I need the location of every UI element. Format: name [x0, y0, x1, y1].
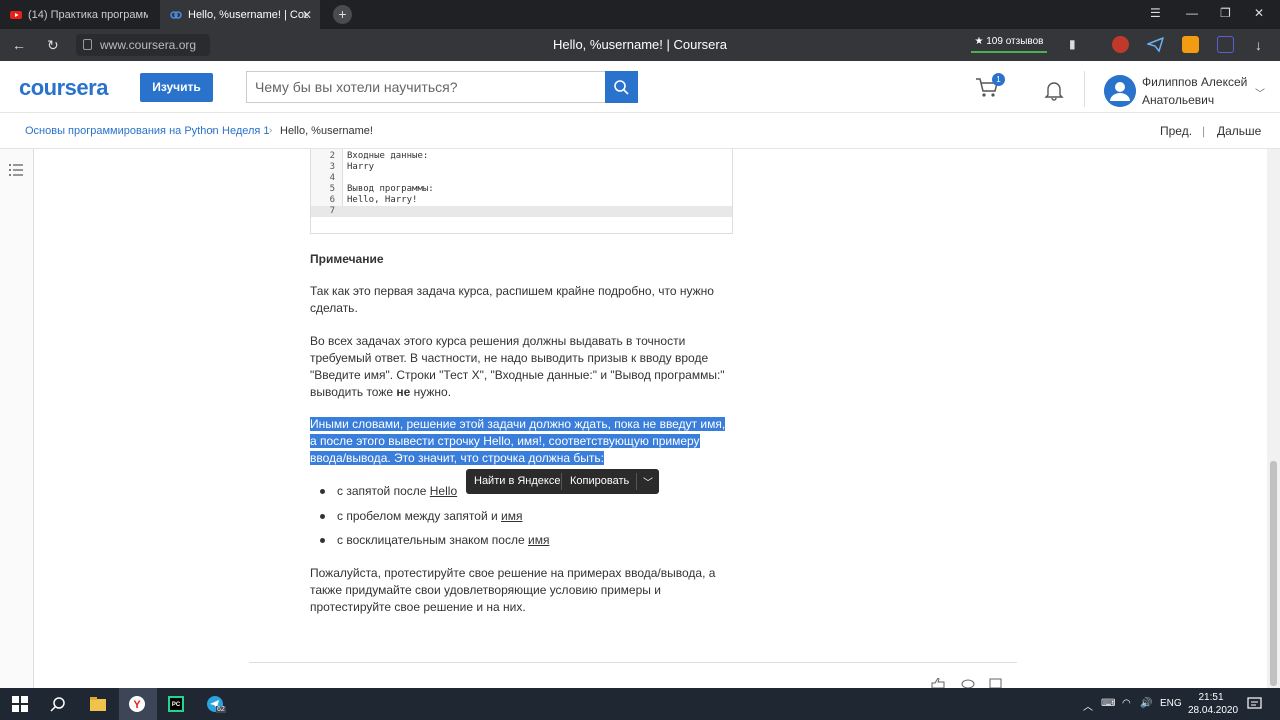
clock[interactable]: 21:51 28.04.2020 [1188, 691, 1239, 717]
file-explorer-icon[interactable] [90, 696, 106, 712]
copy-button[interactable]: Копировать [570, 475, 629, 487]
active-line-highlight [311, 206, 732, 217]
youtube-icon [10, 10, 22, 19]
scrollbar-thumb[interactable] [1270, 461, 1277, 686]
site-header: coursera Изучить Чему бы вы хотели научи… [0, 61, 1280, 113]
volume-icon[interactable]: 🔊 [1140, 698, 1152, 709]
svg-text:PC: PC [172, 702, 181, 708]
popup-divider [561, 473, 562, 490]
code-line: 3 Harry [329, 162, 375, 172]
learn-button[interactable]: Изучить [140, 73, 213, 102]
search-button[interactable] [605, 71, 638, 103]
extension-box-icon[interactable] [1217, 36, 1234, 53]
user-name-line1: Филиппов Алексей [1142, 75, 1248, 89]
flag-icon[interactable] [989, 678, 1003, 688]
new-tab-button[interactable]: + [333, 5, 352, 24]
notifications-icon[interactable] [1247, 696, 1263, 712]
code-line: 4 [329, 173, 335, 183]
yandex-browser-icon[interactable]: Y [129, 696, 145, 712]
url-text: www.coursera.org [100, 38, 197, 52]
breadcrumb-week[interactable]: Неделя 1 [222, 125, 270, 137]
bell-icon[interactable] [1043, 79, 1065, 101]
browser-tab-strip: (14) Практика программи Hello, %username… [0, 0, 1280, 29]
avatar[interactable] [1104, 75, 1136, 107]
paragraph-intro: Так как это первая задача курса, распише… [310, 284, 714, 315]
paragraph-rules: Во всех задачах этого курса решения долж… [310, 334, 725, 399]
menu-icon[interactable]: ☰ [1150, 6, 1161, 20]
download-icon[interactable]: ↓ [1255, 37, 1262, 53]
page-title: Hello, %username! | Coursera [553, 37, 727, 52]
svg-text:Y: Y [133, 699, 141, 711]
lock-icon [83, 39, 92, 50]
chevron-down-icon[interactable]: ﹀ [1255, 85, 1265, 100]
find-in-yandex-button[interactable]: Найти в Яндексе [474, 475, 560, 487]
close-window-icon[interactable]: ✕ [1254, 6, 1264, 20]
breadcrumb-course[interactable]: Основы программирования на Python [25, 125, 219, 137]
nav-separator: | [1202, 124, 1206, 138]
clock-time: 21:51 [1198, 692, 1224, 703]
header-divider [1084, 71, 1085, 107]
code-line: 2 Входные данные: [329, 151, 429, 161]
search-icon[interactable] [50, 696, 66, 712]
coursera-logo[interactable]: coursera [19, 75, 108, 101]
paragraph-outro: Пожалуйста, протестируйте свое решение н… [310, 566, 716, 614]
chevron-right-icon: › [269, 125, 273, 136]
extension-chat-icon[interactable] [1182, 36, 1199, 53]
reload-icon[interactable]: ↻ [47, 37, 59, 54]
code-line: 6 Hello, Harry! [329, 195, 418, 205]
language-indicator[interactable]: ENG [1160, 698, 1182, 709]
search-icon [614, 80, 629, 95]
browser-tab-practice[interactable]: (14) Практика программи [0, 0, 160, 29]
back-icon[interactable]: ← [12, 37, 26, 53]
left-rail [0, 149, 34, 688]
page-scrollbar[interactable] [1267, 149, 1280, 688]
keyboard-icon[interactable]: ⌨ [1101, 698, 1115, 709]
code-example: 2 Входные данные: 3 Harry 4 5 Вывод програм… [310, 149, 733, 234]
restore-icon[interactable]: ❐ [1220, 6, 1231, 20]
address-bar: ← ↻ www.coursera.org Hello, %username! |… [0, 29, 1280, 61]
minimize-icon[interactable]: — [1186, 6, 1198, 20]
windows-start-icon[interactable] [12, 696, 28, 712]
search-input[interactable]: Чему бы вы хотели научиться? [246, 71, 606, 103]
next-link[interactable]: Дальше [1217, 124, 1261, 138]
url-field[interactable]: www.coursera.org [76, 34, 210, 56]
browser-tab-coursera[interactable]: Hello, %username! | Cou ✕ [160, 0, 320, 29]
paragraph-selected: Иными словами, решение этой задачи должн… [310, 416, 730, 467]
popup-divider [636, 473, 637, 490]
list-icon[interactable] [8, 163, 24, 177]
close-tab-icon[interactable]: ✕ [302, 8, 312, 22]
content-divider [249, 662, 1017, 663]
user-name[interactable]: Филиппов Алексей Анатольевич [1142, 73, 1247, 109]
note-heading: Примечание [310, 252, 384, 266]
code-line: 7 [329, 206, 335, 216]
chevron-right-icon: › [211, 125, 215, 136]
bookmark-icon[interactable]: ▮ [1069, 37, 1076, 51]
tab-title: Hello, %username! | Cou [188, 8, 308, 21]
pycharm-icon[interactable]: PC [168, 696, 184, 712]
text-selection: Иными словами, решение этой задачи должн… [310, 417, 726, 465]
selection-context-popup: Найти в Яндексе Копировать ﹀ [466, 469, 659, 494]
chevron-down-icon[interactable]: ﹀ [643, 474, 653, 489]
prev-link[interactable]: Пред. [1160, 124, 1192, 138]
extension-avatar-icon[interactable] [1112, 36, 1129, 53]
cart-count-badge: 1 [992, 73, 1005, 86]
comment-icon[interactable] [961, 678, 975, 688]
breadcrumb: Основы программирования на Python › Неде… [0, 113, 1280, 149]
user-name-line2: Анатольевич [1142, 93, 1215, 107]
like-icon[interactable] [931, 678, 945, 688]
telegram-unread-badge: 62 [216, 706, 226, 713]
code-line: 5 Вывод программы: [329, 184, 434, 194]
clock-date: 28.04.2020 [1188, 705, 1239, 716]
windows-taskbar: Y PC 62 ︿ ⌨ ◠ 🔊 ENG 21:51 28.04.2020 [0, 688, 1280, 720]
wifi-icon[interactable]: ◠ [1122, 698, 1131, 709]
reviews-badge[interactable]: ★ 109 отзывов [971, 35, 1047, 53]
coursera-favicon-icon [170, 10, 182, 19]
chevron-up-icon[interactable]: ︿ [1083, 698, 1093, 713]
breadcrumb-current: Hello, %username! [280, 125, 373, 137]
tab-title: (14) Практика программи [28, 8, 148, 21]
telegram-send-icon[interactable] [1147, 36, 1164, 53]
